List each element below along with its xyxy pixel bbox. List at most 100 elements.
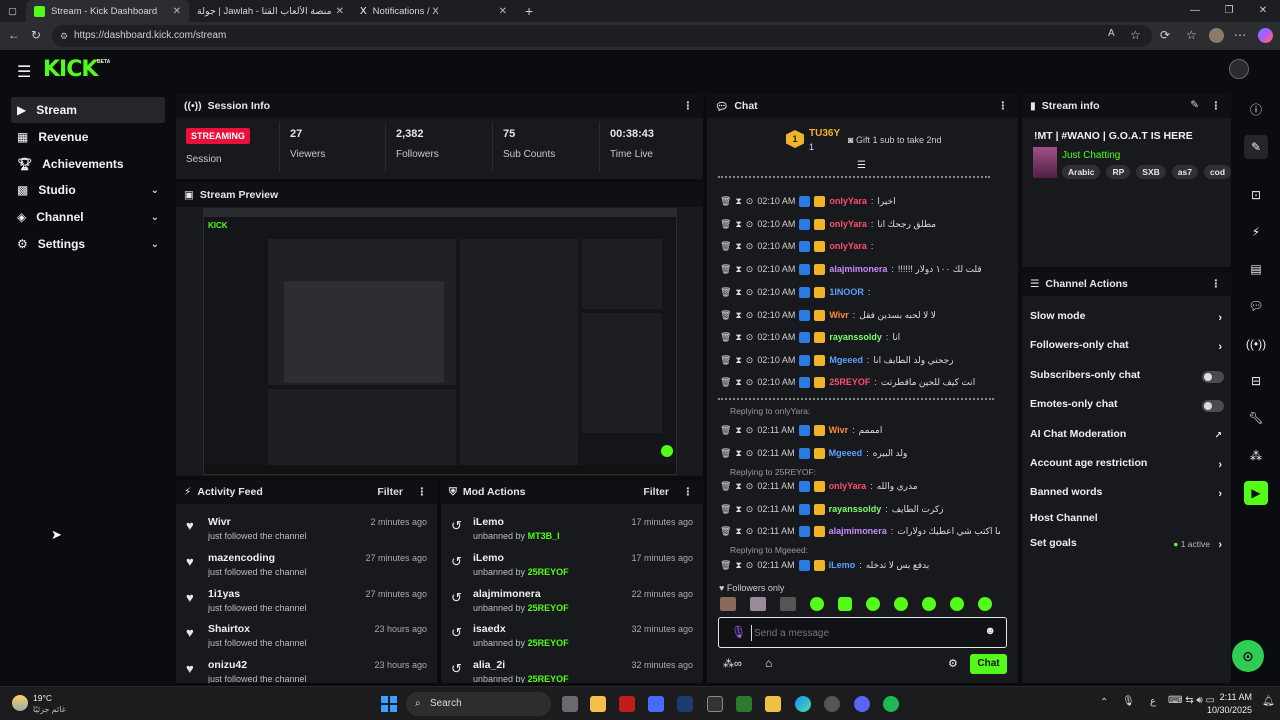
top-gifter-name[interactable]: TU36Y — [809, 128, 840, 139]
more-options-icon[interactable]: ⋮ — [998, 100, 1009, 112]
microphone-icon[interactable]: 🎙︎ — [1122, 696, 1135, 707]
clock-icon[interactable]: ⊙ — [746, 481, 754, 492]
gift-icon[interactable]: ⌂ — [765, 656, 772, 670]
tab-notifications-x[interactable]: X Notifications / X ✕ — [352, 0, 515, 22]
message-delete-icon[interactable]: 🗑︎ — [720, 332, 731, 343]
emoji-icon[interactable]: ☻ — [984, 625, 996, 637]
ai-chat-moderation-action[interactable]: AI Chat Moderation ↗ — [1030, 428, 1226, 448]
timeout-icon[interactable]: ⧗ — [735, 560, 741, 571]
timeout-icon[interactable]: ⧗ — [735, 264, 741, 275]
steam-icon[interactable] — [677, 696, 693, 712]
category-name[interactable]: Just Chatting — [1062, 150, 1120, 161]
taskbar-search-box[interactable]: ⌕ Search — [406, 692, 551, 716]
more-options-icon[interactable]: ⋮ — [683, 100, 694, 112]
close-tab-icon[interactable]: ✕ — [499, 6, 507, 17]
message-delete-icon[interactable]: 🗑︎ — [720, 287, 731, 298]
emote-item[interactable] — [750, 597, 766, 611]
more-options-icon[interactable]: ⋮ — [1211, 278, 1222, 290]
message-delete-icon[interactable]: 🗑︎ — [720, 377, 731, 388]
chat-username[interactable]: Wivr — [829, 425, 848, 435]
points-icon[interactable]: ⁂∞ — [723, 657, 742, 670]
tab-kick-dashboard[interactable]: Stream - Kick Dashboard ✕ — [26, 0, 189, 22]
edge-icon[interactable] — [795, 696, 811, 712]
profile-avatar[interactable] — [1209, 28, 1224, 43]
clock-date[interactable]: 10/30/2025 — [1204, 705, 1252, 715]
file-explorer-icon[interactable] — [590, 696, 606, 712]
gift-sub-prompt[interactable]: ◙ Gift 1 sub to take 2nd — [848, 135, 942, 145]
message-delete-icon[interactable]: 🗑︎ — [720, 355, 731, 366]
lightning-icon[interactable]: ⚡︎ — [1244, 220, 1268, 244]
message-delete-icon[interactable]: 🗑︎ — [720, 481, 731, 492]
emote-item[interactable] — [810, 597, 824, 611]
account-age-restriction-action[interactable]: Account age restriction › — [1030, 457, 1226, 477]
timeout-icon[interactable]: ⧗ — [735, 481, 741, 492]
xbox-icon[interactable] — [736, 696, 752, 712]
timeout-icon[interactable]: ⧗ — [735, 241, 741, 252]
timeout-icon[interactable]: ⧗ — [735, 287, 741, 298]
store-icon[interactable] — [648, 696, 664, 712]
timeout-icon[interactable]: ⧗ — [735, 377, 741, 388]
maximize-icon[interactable]: ❐ — [1212, 0, 1246, 22]
clock-icon[interactable]: ⊙ — [746, 355, 754, 366]
host-channel-action[interactable]: Host Channel — [1030, 512, 1226, 532]
followers-only-chat-action[interactable]: Followers-only chat › — [1030, 339, 1226, 359]
task-view-icon[interactable] — [562, 696, 578, 712]
reload-icon[interactable]: ↻ — [31, 28, 41, 42]
weather-temp[interactable]: 19°C — [33, 693, 52, 703]
timeout-icon[interactable]: ⧗ — [735, 355, 741, 366]
emote-item[interactable] — [922, 597, 936, 611]
clock-icon[interactable]: ⊙ — [746, 264, 754, 275]
chat-username[interactable]: Mgeeed — [829, 448, 863, 458]
more-options-icon[interactable]: ⋮ — [417, 486, 428, 498]
emote-item[interactable] — [978, 597, 992, 611]
app-icon[interactable] — [824, 696, 840, 712]
chat-username[interactable]: Wivr — [829, 310, 848, 320]
chat-input-box[interactable]: 🎙︎ ☻ — [718, 617, 1007, 648]
read-aloud-icon[interactable]: A — [1108, 28, 1115, 39]
tag-item[interactable]: RP — [1106, 165, 1131, 179]
message-delete-icon[interactable]: 🗑︎ — [720, 219, 731, 230]
sidebar-toggle-icon[interactable]: ▢ — [0, 0, 26, 22]
tag-item[interactable]: cod — [1203, 165, 1232, 179]
emote-item[interactable] — [720, 597, 736, 611]
message-delete-icon[interactable]: 🗑︎ — [720, 448, 731, 459]
filter-button[interactable]: Filter — [377, 486, 403, 498]
timeout-icon[interactable]: ⧗ — [735, 504, 741, 515]
message-delete-icon[interactable]: 🗑︎ — [720, 504, 731, 515]
layout-icon[interactable]: ⊟ — [1244, 369, 1268, 393]
chat-username[interactable]: rayanssoldy — [829, 332, 882, 342]
timeout-icon[interactable]: ⧗ — [735, 425, 741, 436]
close-tab-icon[interactable]: ✕ — [173, 6, 181, 17]
timeout-icon[interactable]: ⧗ — [735, 219, 741, 230]
tag-item[interactable]: Arabic — [1062, 165, 1101, 179]
windows-start-icon[interactable] — [381, 696, 397, 712]
chat-username[interactable]: iLemo — [829, 560, 856, 570]
more-options-icon[interactable]: ⋮ — [683, 486, 694, 498]
emote-item[interactable] — [950, 597, 964, 611]
emotes-only-toggle[interactable] — [1202, 400, 1224, 412]
message-delete-icon[interactable]: 🗑︎ — [720, 310, 731, 321]
subscribers-only-toggle[interactable] — [1202, 371, 1224, 383]
chat-username[interactable]: onlyYara — [829, 219, 867, 229]
refresh-extension-icon[interactable]: ⟳ — [1160, 28, 1170, 42]
discord-icon[interactable] — [854, 696, 870, 712]
screenshot-icon[interactable]: ⊡ — [1244, 183, 1268, 207]
menu-icon[interactable]: ☰ — [17, 62, 31, 82]
chat-message-input[interactable] — [751, 625, 971, 641]
emote-item[interactable] — [780, 597, 796, 611]
reply-context[interactable]: Replying to onlyYara: — [730, 406, 810, 416]
close-tab-icon[interactable]: ✕ — [336, 6, 344, 17]
chat-username[interactable]: alajmimonera — [829, 264, 887, 274]
banned-words-action[interactable]: Banned words › — [1030, 486, 1226, 506]
support-chat-icon[interactable]: ⊙ — [1232, 640, 1264, 672]
app-icon[interactable] — [619, 696, 635, 712]
chat-username[interactable]: 1INOOR — [829, 287, 864, 297]
chat-username[interactable]: alajmimonera — [829, 526, 887, 536]
clock-icon[interactable]: ⊙ — [746, 448, 754, 459]
message-delete-icon[interactable]: 🗑︎ — [720, 526, 731, 537]
spotify-icon[interactable] — [883, 696, 899, 712]
rockstar-icon[interactable] — [765, 696, 781, 712]
more-options-icon[interactable]: ⋮ — [1211, 100, 1222, 112]
pinned-toggle-icon[interactable]: ☰ — [857, 160, 866, 171]
send-chat-button[interactable]: Chat — [970, 654, 1007, 674]
